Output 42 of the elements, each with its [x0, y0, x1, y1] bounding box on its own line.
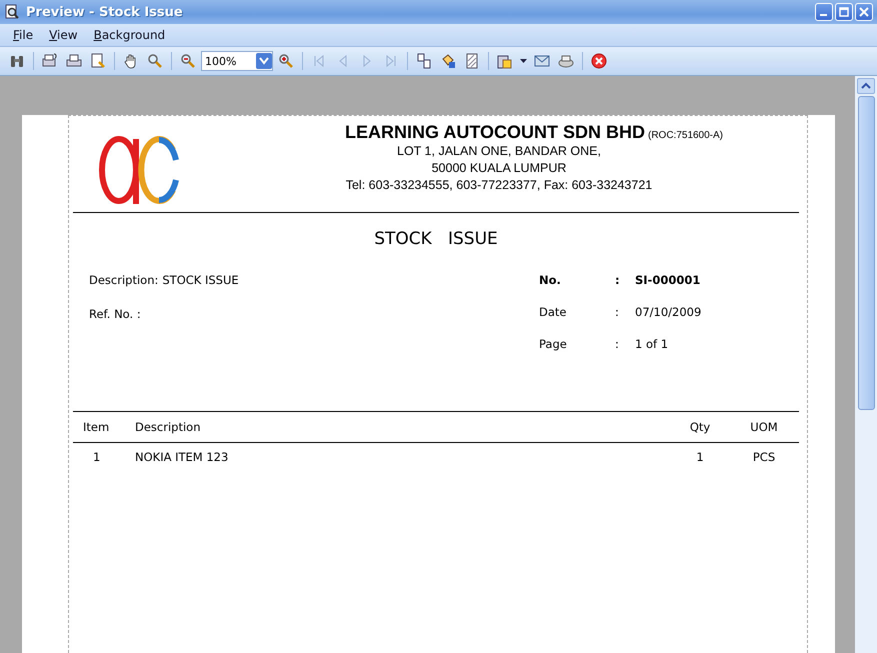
- address-line: Tel: 603-33234555, 603-77223377, Fax: 603-33243721: [346, 177, 652, 194]
- address-line: 50000 KUALA LUMPUR: [432, 160, 566, 177]
- menu-item[interactable]: View: [49, 28, 78, 42]
- column-header: Qty: [671, 412, 729, 442]
- close-button[interactable]: [855, 3, 873, 21]
- colon: :: [615, 337, 620, 353]
- field-label: Ref. No. :: [89, 307, 141, 323]
- vertical-scrollbar[interactable]: [855, 76, 877, 653]
- menu-item[interactable]: File: [13, 28, 34, 42]
- field-value: 1 of 1: [635, 337, 668, 353]
- field-label: Date: [539, 305, 568, 321]
- document-title: STOCK ISSUE: [373, 229, 499, 249]
- registration-number: (ROC:751600-A): [648, 130, 724, 141]
- close-icon[interactable]: [859, 7, 869, 17]
- field-value: 07/10/2009: [635, 305, 702, 321]
- minimize-button[interactable]: [815, 3, 833, 21]
- table-cell: 1: [671, 442, 729, 471]
- field-value: SI-000001: [635, 273, 700, 289]
- colon: :: [615, 273, 621, 289]
- column-header: Description: [135, 412, 671, 442]
- table-cell: NOKIA ITEM 123: [135, 442, 671, 471]
- scroll-up-icon[interactable]: [857, 78, 875, 94]
- logo-icon: [99, 134, 179, 206]
- company-name: LEARNING AUTOCOUNT SDN BHD: [344, 122, 645, 143]
- table-cell: 1: [73, 442, 135, 471]
- field-label: Page: [539, 337, 568, 353]
- colon: :: [615, 305, 620, 321]
- zoom-dropdown[interactable]: 100%: [201, 51, 273, 71]
- window-title: Preview - Stock Issue: [26, 4, 184, 20]
- table-cell: PCS: [729, 442, 799, 471]
- column-header: Item: [73, 412, 135, 442]
- maximize-icon[interactable]: [839, 7, 849, 17]
- column-header: UOM: [729, 412, 799, 442]
- address-line: LOT 1, JALAN ONE, BANDAR ONE,: [397, 143, 601, 160]
- field-label: Description:: [89, 273, 158, 289]
- maximize-button[interactable]: [835, 3, 853, 21]
- menu-item[interactable]: Background: [94, 28, 166, 42]
- field-label: No.: [539, 273, 562, 289]
- scroll-thumb[interactable]: [858, 96, 874, 410]
- magnifier-page-icon: [4, 4, 20, 20]
- caret-icon[interactable]: [520, 59, 527, 63]
- field-value: STOCK ISSUE: [162, 273, 239, 289]
